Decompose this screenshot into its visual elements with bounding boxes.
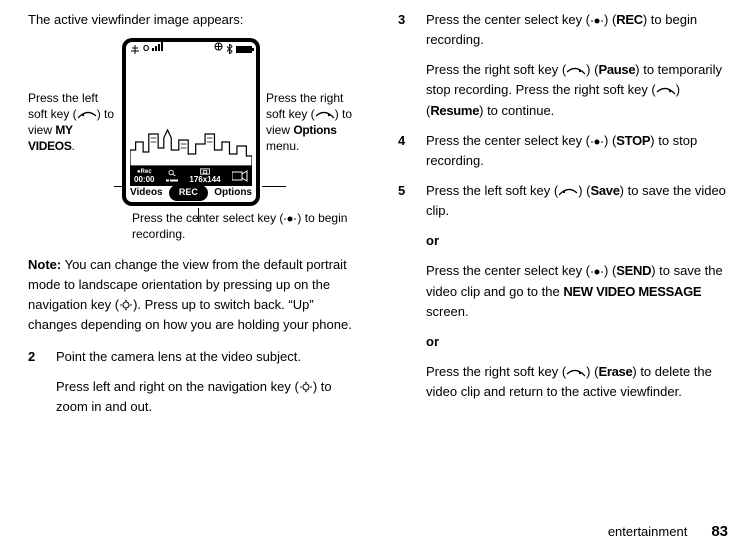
soft-left-label[interactable]: Videos [130, 185, 163, 201]
center-select-icon [590, 131, 604, 151]
step3-line1: Press the center select key () (REC) to … [426, 10, 728, 50]
callout-right: Press the right soft key () to view Opti… [266, 90, 366, 155]
step5-send: Press the center select key () (SEND) to… [426, 261, 728, 321]
step5-save: Press the left soft key () (Save) to sav… [426, 181, 728, 221]
soft-right-label[interactable]: Options [214, 185, 252, 201]
note-text: Note: You can change the view from the d… [28, 255, 366, 336]
page-footer: entertainment 83 [608, 520, 728, 543]
soft-center-label[interactable]: REC [169, 185, 208, 201]
or-label: or [426, 332, 728, 352]
page-number: 83 [711, 520, 728, 543]
step-number: 3 [398, 10, 412, 121]
or-label: or [426, 231, 728, 251]
step-5: 5 Press the left soft key () (Save) to s… [398, 181, 728, 402]
nav-key-icon [119, 295, 133, 315]
step-number: 2 [28, 347, 42, 417]
right-softkey-icon [566, 60, 586, 80]
battery-icon [236, 46, 252, 53]
rec-time-segment: ●Rec 00:00 [134, 169, 154, 184]
step4-line: Press the center select key () (STOP) to… [426, 131, 728, 171]
viewfinder-area [130, 56, 252, 166]
right-softkey-icon [315, 106, 335, 122]
callout-left: Press the left soft key () to view MY VI… [28, 90, 116, 155]
carrier-label: O [143, 43, 149, 55]
step5-erase: Press the right soft key () (Erase) to d… [426, 362, 728, 402]
step-3: 3 Press the center select key () (REC) t… [398, 10, 728, 121]
camcorder-segment [232, 170, 248, 182]
status-bar: O [126, 42, 256, 56]
section-label: entertainment [608, 522, 688, 542]
bluetooth-icon [226, 44, 233, 54]
center-select-icon [590, 10, 604, 30]
viewfinder-figure: Press the left soft key () to view MY VI… [28, 38, 366, 242]
step2-line2: Press left and right on the navigation k… [56, 377, 366, 417]
step3-line2: Press the right soft key () (Pause) to t… [426, 60, 728, 120]
intro-text: The active viewfinder image appears: [28, 10, 366, 30]
step-2: 2 Point the camera lens at the video sub… [28, 347, 366, 417]
skyline-graphic [130, 120, 252, 166]
softkey-bar: Videos REC Options [126, 186, 256, 202]
left-softkey-icon [558, 181, 578, 201]
resolution-segment: 176x144 [189, 168, 220, 184]
step2-line1: Point the camera lens at the video subje… [56, 347, 366, 367]
step-number: 5 [398, 181, 412, 402]
zoom-segment [166, 169, 178, 184]
left-softkey-icon [77, 106, 97, 122]
center-select-icon [283, 210, 297, 226]
bars-icon [152, 42, 164, 56]
signal-icon [130, 45, 140, 54]
callout-center: Press the center select key () to begin … [132, 210, 366, 242]
center-select-icon [590, 261, 604, 281]
location-icon [214, 42, 223, 56]
nav-key-icon [299, 377, 313, 397]
right-softkey-icon [566, 362, 586, 382]
phone-viewfinder: O [122, 38, 260, 206]
info-bar: ●Rec 00:00 176x144 [130, 166, 252, 186]
step-number: 4 [398, 131, 412, 171]
right-softkey-icon [656, 80, 676, 100]
step-4: 4 Press the center select key () (STOP) … [398, 131, 728, 171]
